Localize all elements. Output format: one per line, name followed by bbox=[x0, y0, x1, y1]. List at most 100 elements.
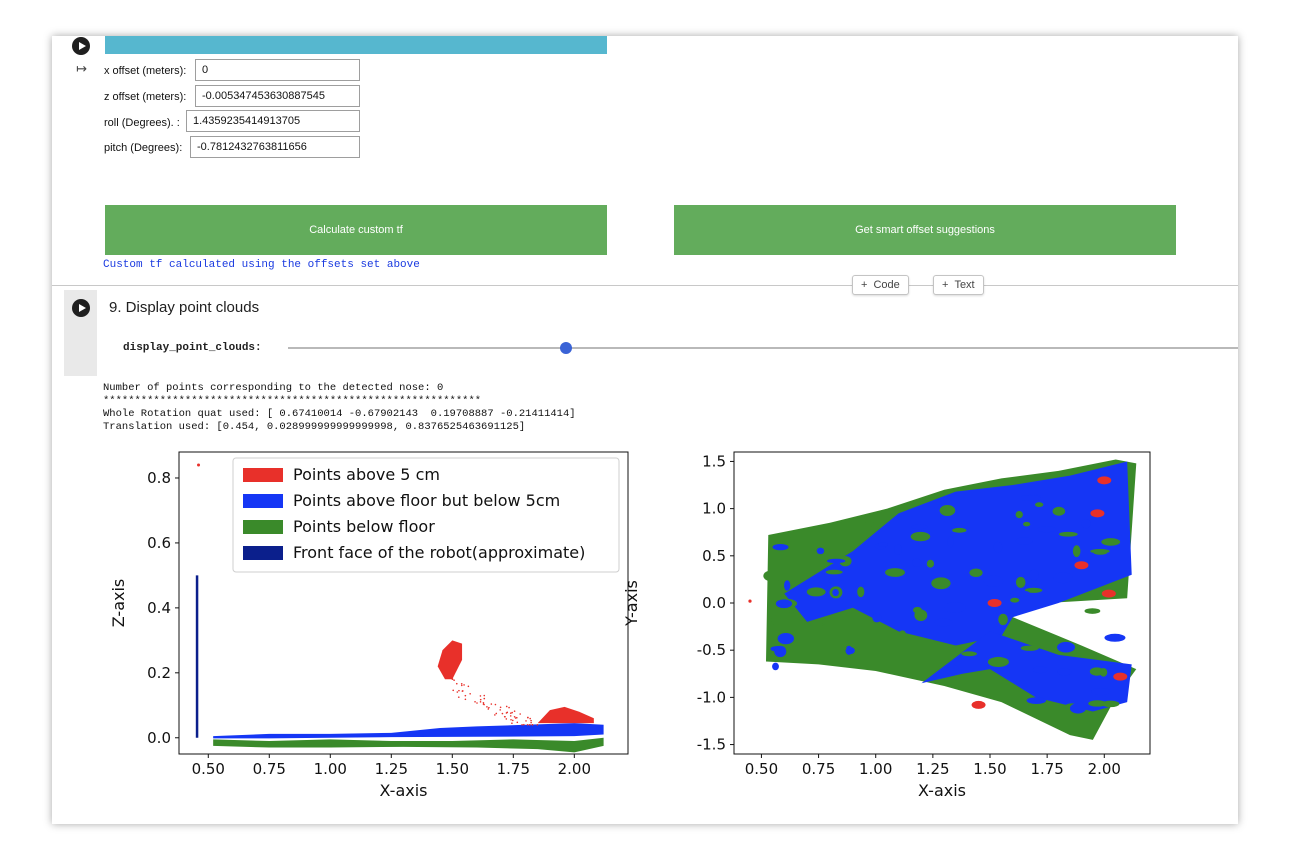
scatter-point bbox=[526, 723, 529, 726]
x-tick-label: 0.50 bbox=[192, 760, 225, 778]
scatter-cluster bbox=[987, 656, 1009, 668]
scatter-point bbox=[461, 690, 464, 692]
scatter-cluster bbox=[1035, 502, 1044, 508]
scatter-cluster-red bbox=[1101, 589, 1116, 598]
scatter-point bbox=[501, 712, 504, 715]
scatter-point bbox=[452, 689, 454, 692]
y-tick-label: 0.4 bbox=[147, 599, 171, 617]
z-offset-field[interactable] bbox=[195, 85, 360, 107]
scatter-point bbox=[469, 692, 471, 695]
roll-field[interactable] bbox=[186, 110, 360, 132]
scatter-cluster bbox=[864, 521, 875, 527]
scatter-cluster bbox=[914, 609, 928, 622]
output-line: Translation used: [0.454, 0.028999999999… bbox=[103, 421, 526, 433]
scatter-point bbox=[460, 684, 463, 687]
add-code-label: Code bbox=[873, 279, 900, 291]
scatter-cluster bbox=[857, 586, 865, 598]
progress-bar bbox=[105, 36, 607, 54]
notebook-frame: ↦ x offset (meters): z offset (meters): … bbox=[52, 36, 1238, 824]
legend-label: Points below floor bbox=[293, 517, 435, 536]
x-tick-label: 2.00 bbox=[558, 760, 591, 778]
x-tick-label: 1.50 bbox=[973, 760, 1006, 778]
scatter-cluster bbox=[878, 542, 889, 547]
scatter-point bbox=[494, 714, 496, 716]
scatter-cluster bbox=[1057, 668, 1072, 676]
scatter-cluster bbox=[1053, 572, 1073, 584]
scatter-cluster bbox=[872, 613, 882, 623]
scatter-point bbox=[505, 705, 508, 708]
scatter-cluster bbox=[832, 589, 839, 597]
x-axis-label: X-axis bbox=[918, 781, 966, 800]
y-tick-label: 1.0 bbox=[702, 500, 726, 518]
scatter-point bbox=[516, 721, 519, 724]
scatter-cluster bbox=[1029, 569, 1039, 581]
scatter-cluster bbox=[1020, 645, 1039, 651]
scatter-point bbox=[467, 685, 470, 688]
x-tick-label: 1.75 bbox=[497, 760, 530, 778]
scatter-cluster bbox=[947, 536, 954, 548]
scatter-point bbox=[456, 691, 459, 693]
scatter-cluster bbox=[939, 504, 956, 517]
scatter-point bbox=[505, 712, 508, 714]
smart-offset-button[interactable]: Get smart offset suggestions bbox=[674, 205, 1176, 255]
output-line: Whole Rotation quat used: [ 0.67410014 -… bbox=[103, 408, 576, 420]
x-tick-label: 1.25 bbox=[916, 760, 949, 778]
scatter-cluster-red bbox=[1090, 509, 1105, 518]
xz-scatter-chart: 0.50 0.75 1.00 1.25 1.50 1.75 2.00 0.0 0.2 0.4 0.6… bbox=[109, 451, 629, 800]
scatter-cluster bbox=[944, 664, 959, 675]
output-clear-icon[interactable]: ↦ bbox=[76, 61, 87, 77]
scatter-cluster bbox=[781, 561, 800, 568]
legend-swatch bbox=[243, 494, 283, 508]
scatter-point bbox=[748, 599, 752, 603]
x-tick-label: 1.25 bbox=[375, 760, 408, 778]
legend-swatch bbox=[243, 546, 283, 560]
x-tick-label: 0.50 bbox=[745, 760, 778, 778]
scatter-point bbox=[479, 695, 482, 697]
scatter-cluster bbox=[1010, 597, 1020, 603]
scatter-point bbox=[451, 678, 454, 681]
plus-icon: + bbox=[942, 279, 949, 291]
scatter-cluster bbox=[934, 618, 953, 627]
y-tick-label: 0.0 bbox=[147, 729, 171, 747]
scatter-point bbox=[453, 679, 455, 682]
x-offset-field[interactable] bbox=[195, 59, 360, 81]
y-tick-label: -1.5 bbox=[697, 736, 726, 754]
run-cell-button[interactable] bbox=[72, 37, 90, 55]
scatter-cluster bbox=[854, 641, 875, 653]
scatter-cluster bbox=[1058, 531, 1078, 537]
scatter-cluster bbox=[829, 643, 847, 653]
legend-swatch bbox=[243, 520, 283, 534]
scatter-cluster bbox=[1023, 521, 1031, 527]
x-tick-label: 1.00 bbox=[859, 760, 892, 778]
scatter-cluster bbox=[784, 580, 791, 591]
pitch-field[interactable] bbox=[190, 136, 360, 158]
scatter-cluster bbox=[952, 527, 967, 533]
run-cell-button[interactable] bbox=[72, 299, 90, 317]
x-axis-label: X-axis bbox=[380, 781, 428, 800]
status-message: Custom tf calculated using the offsets s… bbox=[103, 259, 420, 271]
scatter-point bbox=[511, 722, 513, 724]
scatter-cluster bbox=[1010, 590, 1031, 597]
scatter-point bbox=[530, 719, 532, 722]
scatter-cluster bbox=[1101, 538, 1121, 546]
scatter-point bbox=[483, 697, 486, 700]
scatter-point bbox=[479, 701, 482, 703]
add-text-button[interactable]: + Text bbox=[933, 275, 984, 295]
scatter-cluster-red bbox=[987, 599, 1002, 607]
scatter-point bbox=[536, 723, 539, 726]
cell-title: 9. Display point clouds bbox=[109, 299, 260, 316]
scatter-point bbox=[510, 718, 512, 721]
add-code-button[interactable]: + Code bbox=[852, 275, 909, 295]
scatter-point bbox=[511, 719, 514, 722]
scatter-cluster bbox=[1099, 668, 1108, 677]
scatter-cluster bbox=[771, 615, 781, 626]
scatter-cluster bbox=[1037, 526, 1057, 533]
scatter-point bbox=[504, 716, 506, 718]
scatter-cluster bbox=[788, 608, 796, 614]
scatter-point bbox=[499, 709, 501, 711]
calculate-custom-tf-button[interactable]: Calculate custom tf bbox=[105, 205, 607, 255]
scatter-cluster-red bbox=[1113, 672, 1128, 681]
scatter-cluster bbox=[1018, 495, 1041, 501]
slider-track[interactable] bbox=[288, 347, 1238, 349]
slider-handle[interactable] bbox=[560, 342, 572, 354]
